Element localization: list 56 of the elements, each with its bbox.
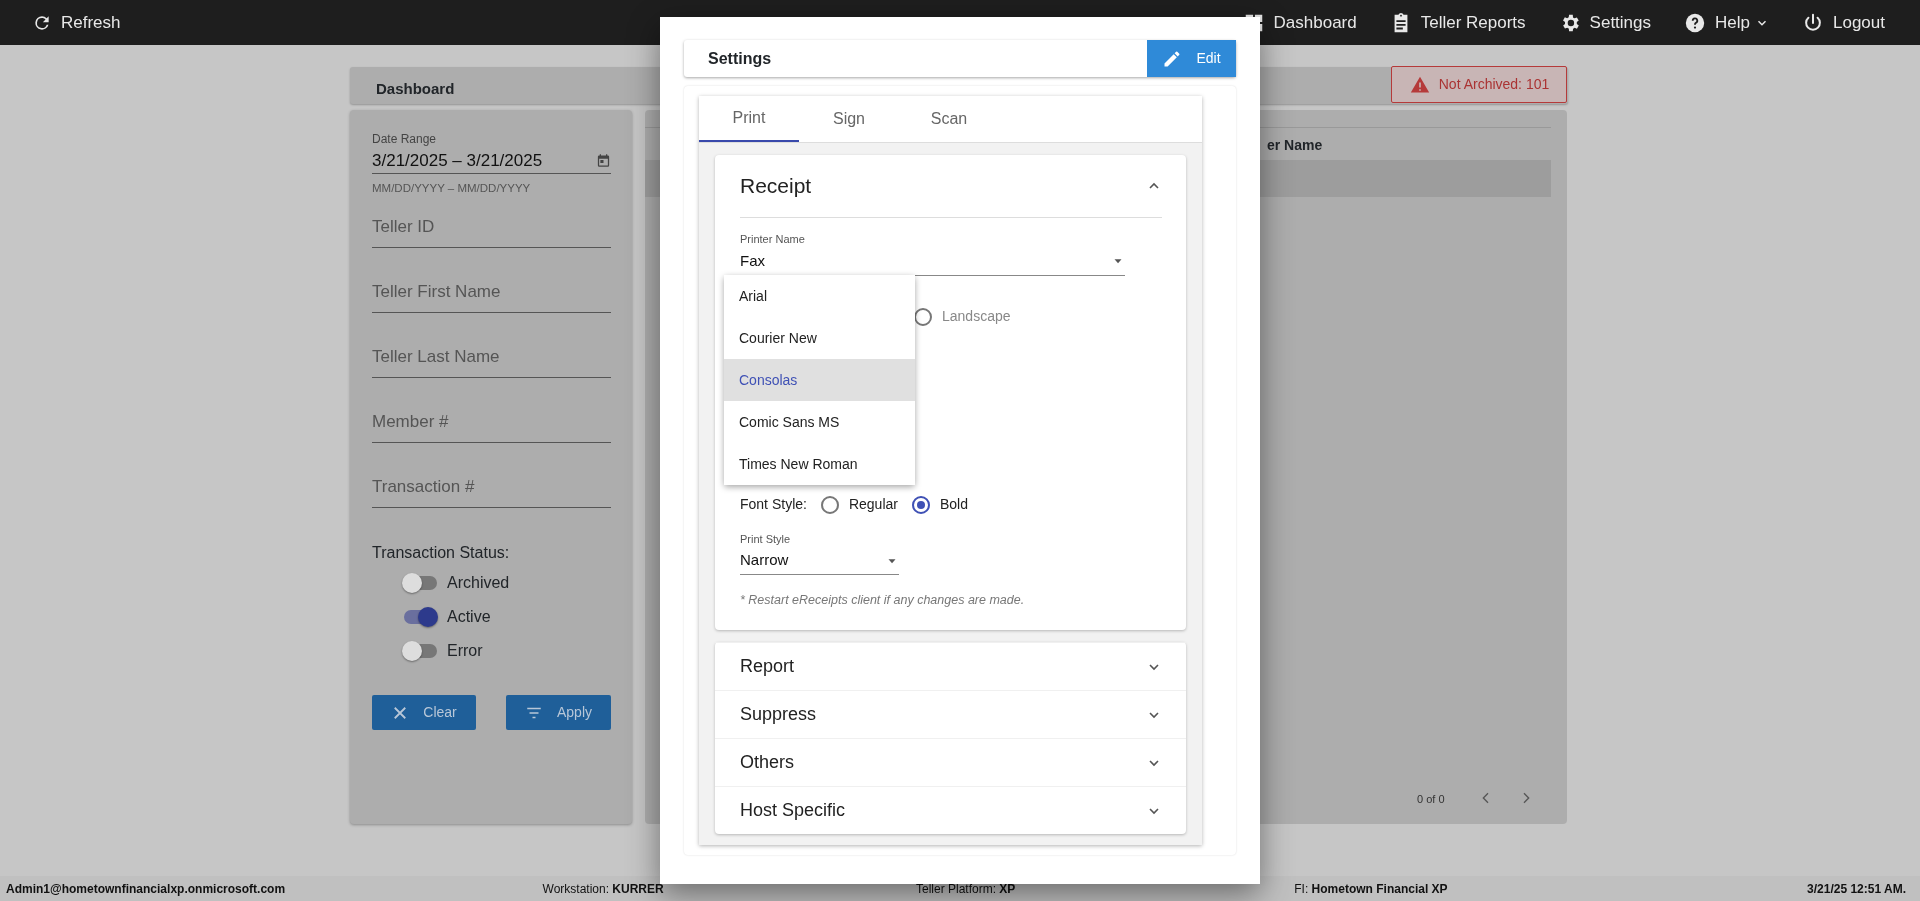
status-item: Workstation: KURRER bbox=[542, 880, 665, 898]
page-title: Dashboard bbox=[376, 79, 455, 99]
section-header[interactable]: Others bbox=[715, 738, 1186, 786]
column-header: er Name bbox=[1267, 136, 1323, 155]
toggle-label: Active bbox=[447, 607, 491, 628]
page-count: 0 of 0 bbox=[1417, 792, 1445, 807]
calendar-icon bbox=[596, 153, 611, 168]
input-field[interactable]: Teller First Name bbox=[372, 271, 611, 314]
filter-button[interactable]: Clear bbox=[372, 695, 476, 731]
field-hint: MM/DD/YYYY – MM/DD/YYYY bbox=[372, 181, 532, 196]
status-item: FI: Hometown Financial XP bbox=[1294, 880, 1449, 898]
input-field[interactable]: Transaction # bbox=[372, 466, 611, 509]
field-label: Print Style bbox=[740, 531, 792, 547]
field-label: Font Style: bbox=[740, 495, 807, 514]
toggle-switch[interactable] bbox=[404, 576, 437, 591]
section-header[interactable]: Host Specific bbox=[715, 786, 1186, 834]
toggle-switch[interactable] bbox=[404, 644, 437, 659]
input-field[interactable]: Member # bbox=[372, 401, 611, 444]
alert-badge: Not Archived: 101 bbox=[1391, 66, 1567, 103]
radio-label: Bold bbox=[939, 495, 968, 514]
edit-button[interactable]: Edit bbox=[1147, 40, 1236, 77]
dialog-title: Settings bbox=[707, 48, 772, 69]
field-label: Printer Name bbox=[740, 232, 806, 247]
section-header[interactable]: Suppress bbox=[715, 690, 1186, 738]
menu-item[interactable]: Consolas bbox=[724, 359, 915, 401]
menu-item[interactable]: Comic Sans MS bbox=[724, 401, 915, 443]
menu-item[interactable]: Times New Roman bbox=[724, 443, 915, 485]
field-label: Date Range bbox=[372, 131, 438, 148]
print-style-select[interactable]: Narrow bbox=[740, 547, 899, 575]
power-icon bbox=[1802, 11, 1824, 34]
radio-button[interactable] bbox=[911, 495, 930, 514]
help-icon bbox=[1684, 11, 1707, 34]
nav-item[interactable]: Help bbox=[1684, 9, 1769, 36]
nav-item[interactable]: Teller Reports bbox=[1389, 9, 1526, 36]
toggle-label: Archived bbox=[447, 573, 510, 594]
filter-button[interactable]: Apply bbox=[506, 695, 611, 731]
input-field[interactable]: Teller ID bbox=[372, 206, 611, 249]
nav-item[interactable]: Logout bbox=[1802, 9, 1885, 36]
radio-button[interactable] bbox=[820, 495, 839, 514]
date-range-field[interactable]: 3/21/2025 – 3/21/2025 bbox=[372, 148, 611, 174]
input-field[interactable]: Teller Last Name bbox=[372, 336, 611, 379]
menu-item[interactable]: Arial bbox=[724, 275, 915, 317]
refresh-button[interactable]: Refresh bbox=[24, 9, 121, 36]
toggle-switch[interactable] bbox=[404, 610, 437, 625]
date-time: 3/21/25 12:51 AM. bbox=[1807, 880, 1906, 898]
user-email: Admin1@hometownfinancialxp.onmicrosoft.com bbox=[6, 880, 287, 898]
section-header[interactable]: Receipt bbox=[740, 155, 1162, 218]
radio-label: Landscape bbox=[942, 307, 1011, 326]
menu-item[interactable]: Courier New bbox=[724, 317, 915, 359]
toggle-label: Error bbox=[447, 641, 483, 662]
section-header[interactable]: Report bbox=[715, 642, 1186, 690]
section-label: Transaction Status: bbox=[372, 543, 511, 564]
note-text: * Restart eReceipts client if any changes are made. bbox=[740, 592, 1026, 609]
radio-label: Regular bbox=[848, 495, 898, 514]
status-item: Teller Platform: XP bbox=[916, 880, 1017, 898]
nav-item[interactable]: Settings bbox=[1558, 9, 1652, 36]
